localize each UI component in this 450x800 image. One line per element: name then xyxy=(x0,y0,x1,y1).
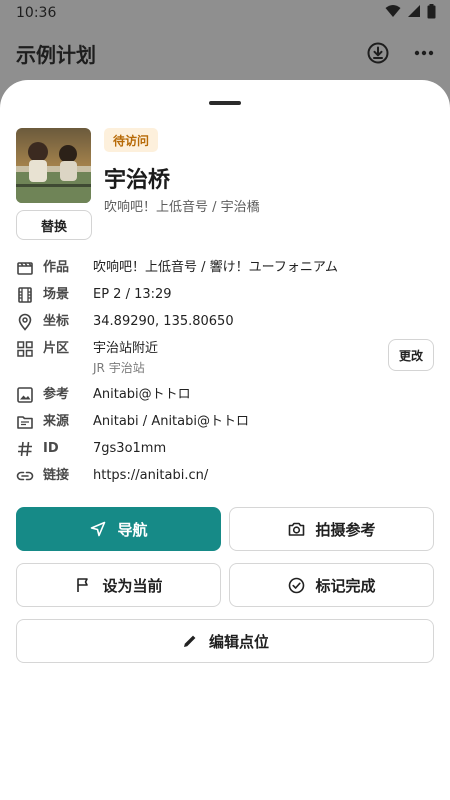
navigation-icon xyxy=(89,520,107,538)
link-icon xyxy=(16,467,34,485)
camera-icon xyxy=(287,520,305,538)
spot-name: 宇治桥 xyxy=(104,168,171,193)
info-value: 7gs3o1mm xyxy=(93,441,167,456)
info-row-scene: 场景 EP 2 / 13:29 xyxy=(16,285,434,305)
spot-header: 替换 待访问 宇治桥 吹响吧！上低音号 / 宇治橋 xyxy=(16,128,434,240)
status-bar: 10:36 xyxy=(0,0,450,26)
info-row-id: ID 7gs3o1mm xyxy=(16,439,434,459)
wifi-icon xyxy=(385,4,401,22)
spot-thumbnail[interactable] xyxy=(16,128,91,203)
spot-subtitle: 吹响吧！上低音号 / 宇治橋 xyxy=(104,200,260,215)
download-icon[interactable] xyxy=(366,41,390,65)
mark-done-button[interactable]: 标记完成 xyxy=(229,563,434,607)
grid-icon xyxy=(16,340,34,358)
hash-icon xyxy=(16,440,34,458)
info-label: 链接 xyxy=(43,468,70,483)
navigate-label: 导航 xyxy=(117,520,148,539)
more-icon[interactable] xyxy=(412,41,436,65)
set-current-button[interactable]: 设为当前 xyxy=(16,563,221,607)
info-label: 参考 xyxy=(43,387,70,402)
info-label: 片区 xyxy=(43,341,70,356)
info-value: 吹响吧！上低音号 / 響け！ユーフォニアム xyxy=(93,260,338,275)
clapperboard-icon xyxy=(16,259,34,277)
app-bar: 示例计划 xyxy=(0,30,450,76)
drag-handle[interactable] xyxy=(209,101,241,105)
battery-icon xyxy=(427,3,436,23)
info-row-reference: 参考 Anitabi@トトロ xyxy=(16,385,434,405)
info-value: Anitabi / Anitabi@トトロ xyxy=(93,414,249,429)
info-label: 来源 xyxy=(43,414,70,429)
edit-point-label: 编辑点位 xyxy=(208,632,269,651)
status-time: 10:36 xyxy=(16,5,57,21)
folder-icon xyxy=(16,413,34,431)
info-label: ID xyxy=(43,441,59,456)
image-icon xyxy=(16,386,34,404)
signal-icon xyxy=(407,4,421,22)
link-value[interactable]: https://anitabi.cn/ xyxy=(93,466,208,486)
info-value: 34.89290, 135.80650 xyxy=(93,314,234,329)
photo-reference-label: 拍摄参考 xyxy=(315,520,376,539)
spot-detail-sheet: 替换 待访问 宇治桥 吹响吧！上低音号 / 宇治橋 作品 吹响吧！上低音号 / … xyxy=(0,80,450,800)
set-current-label: 设为当前 xyxy=(102,576,163,595)
photo-reference-button[interactable]: 拍摄参考 xyxy=(229,507,434,551)
mark-done-label: 标记完成 xyxy=(315,576,376,595)
location-pin-icon xyxy=(16,313,34,331)
info-row-link: 链接 https://anitabi.cn/ xyxy=(16,466,434,486)
pencil-icon xyxy=(181,632,199,650)
info-label: 坐标 xyxy=(43,314,70,329)
info-label: 作品 xyxy=(43,260,70,275)
app-title: 示例计划 xyxy=(16,42,96,67)
info-row-work: 作品 吹响吧！上低音号 / 響け！ユーフォニアム xyxy=(16,258,434,278)
film-icon xyxy=(16,286,34,304)
info-value: EP 2 / 13:29 xyxy=(93,287,172,302)
info-detail: JR 宇治站 xyxy=(93,361,145,375)
info-value: Anitabi@トトロ xyxy=(93,387,191,402)
check-circle-icon xyxy=(287,576,305,594)
replace-image-button[interactable]: 替换 xyxy=(16,210,92,240)
navigate-button[interactable]: 导航 xyxy=(16,507,221,551)
edit-point-button[interactable]: 编辑点位 xyxy=(16,619,434,663)
info-row-source: 来源 Anitabi / Anitabi@トトロ xyxy=(16,412,434,432)
info-row-area: 片区 宇治站附近 JR 宇治站 更改 xyxy=(16,339,434,379)
info-row-coords: 坐标 34.89290, 135.80650 xyxy=(16,312,434,332)
flag-icon xyxy=(74,576,92,594)
status-badge: 待访问 xyxy=(104,128,159,152)
change-area-button[interactable]: 更改 xyxy=(388,339,434,371)
info-label: 场景 xyxy=(43,287,70,302)
info-value: 宇治站附近 xyxy=(93,341,159,356)
